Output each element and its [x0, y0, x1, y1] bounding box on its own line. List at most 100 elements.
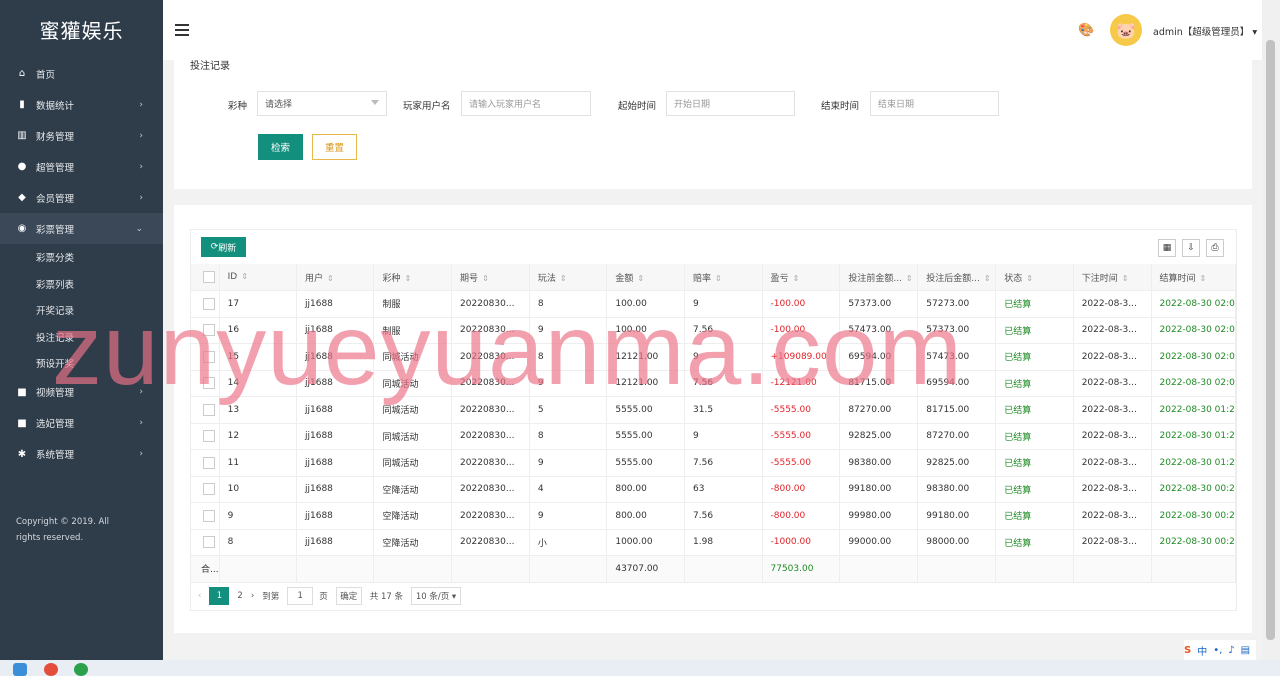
cell-issue: 20220830...	[451, 449, 530, 477]
sort-icon[interactable]: ⇕	[793, 274, 800, 283]
ime-toolbar[interactable]: S 中 •, ♪ ▤	[1184, 640, 1257, 660]
sidebar-subitem-0[interactable]: 彩票分类	[0, 244, 163, 271]
cell-amount: 800.00	[606, 502, 686, 530]
cell-odds: 7.56	[684, 317, 763, 344]
table-row[interactable]: 10 jj1688 空降活动 20220830... 4 800.00 63 -800.00 9…	[191, 476, 1237, 503]
cell-amount: 12121.00	[606, 370, 686, 397]
print-icon[interactable]: ⎙	[1206, 239, 1224, 257]
column-header[interactable]: 状态 ⇕	[995, 264, 1074, 291]
cell-user: jj1688	[296, 502, 375, 530]
scrollbar-thumb[interactable]	[1266, 40, 1275, 640]
select-all-checkbox[interactable]	[191, 264, 220, 291]
column-header[interactable]: ID ⇕	[219, 264, 297, 291]
player-input[interactable]: 请输入玩家用户名	[461, 91, 591, 116]
browser-edge-icon[interactable]	[74, 663, 88, 676]
avatar[interactable]: 🐷	[1110, 14, 1142, 46]
search-button[interactable]: 检索	[258, 134, 303, 160]
row-checkbox[interactable]	[191, 317, 220, 344]
table-row[interactable]: 14 jj1688 同城活动 20220830... 9 12121.00 7.56 -121…	[191, 370, 1237, 397]
column-header[interactable]: 彩种 ⇕	[373, 264, 453, 291]
sidebar-item-m0[interactable]: ⌂ 首页	[0, 58, 163, 89]
sidebar-item-a0[interactable]: ■ 视频管理 ›	[0, 377, 163, 408]
row-checkbox[interactable]	[191, 290, 220, 318]
windows-start-icon[interactable]	[13, 663, 27, 676]
sidebar-item-m2[interactable]: ▥ 财务管理 ›	[0, 120, 163, 151]
sidebar-subitem-3[interactable]: 投注记录	[0, 324, 163, 351]
reset-button[interactable]: 重置	[312, 134, 357, 160]
sidebar-subitem-4[interactable]: 预设开奖	[0, 350, 163, 377]
row-checkbox[interactable]	[191, 502, 220, 530]
column-header[interactable]: 结算时间 ⇕	[1151, 264, 1237, 291]
cell-lottery: 同城活动	[373, 370, 453, 397]
table-row[interactable]: 13 jj1688 同城活动 20220830... 5 5555.00 31.5 -5555…	[191, 396, 1237, 424]
sidebar-item-m3[interactable]: ● 超管管理 ›	[0, 151, 163, 182]
page-2-button[interactable]: 2	[237, 591, 242, 601]
lottery-select[interactable]: 请选择	[257, 91, 387, 116]
goto-confirm-button[interactable]: 确定	[335, 587, 362, 605]
sort-icon[interactable]: ⇕	[404, 274, 411, 283]
page-title: 投注记录	[190, 61, 230, 72]
cell-lottery: 空降活动	[373, 502, 453, 530]
sort-icon[interactable]: ⇕	[482, 274, 489, 283]
sidebar-item-m1[interactable]: ▮ 数据统计 ›	[0, 89, 163, 120]
cell-profit: -5555.00	[762, 423, 841, 450]
sidebar-item-m4[interactable]: ◆ 会员管理 ›	[0, 182, 163, 213]
export-icon[interactable]: ⇩	[1182, 239, 1200, 257]
top-header: 🎨 🐷 admin【超级管理员】 ▾	[163, 0, 1280, 60]
sidebar-subitem-2[interactable]: 开奖记录	[0, 297, 163, 324]
sort-icon[interactable]: ⇕	[984, 274, 991, 283]
column-header[interactable]: 投注前金额... ⇕	[839, 264, 919, 291]
refresh-button[interactable]: ⟳ 刷新	[201, 237, 246, 257]
columns-filter-icon[interactable]: ▦	[1158, 239, 1176, 257]
sort-icon[interactable]: ⇕	[1200, 274, 1207, 283]
prev-page-button[interactable]: ‹	[198, 591, 201, 601]
row-checkbox[interactable]	[191, 449, 220, 477]
column-header[interactable]: 用户 ⇕	[296, 264, 375, 291]
sidebar-item-m5[interactable]: ◉ 彩票管理 ⌄	[0, 213, 163, 244]
table-row[interactable]: 12 jj1688 同城活动 20220830... 8 5555.00 9 -5555.00…	[191, 423, 1237, 450]
row-checkbox[interactable]	[191, 423, 220, 450]
sort-icon[interactable]: ⇕	[1026, 274, 1033, 283]
start-date-input[interactable]: 开始日期	[666, 91, 795, 116]
menu-toggle-icon[interactable]	[175, 24, 189, 39]
end-date-input[interactable]: 结束日期	[870, 91, 999, 116]
table-row[interactable]: 11 jj1688 同城活动 20220830... 9 5555.00 7.56 -5555…	[191, 449, 1237, 477]
goto-page-input[interactable]: 1	[287, 587, 314, 605]
column-header[interactable]: 金额 ⇕	[606, 264, 686, 291]
sidebar-item-a1[interactable]: ■ 选妃管理 ›	[0, 408, 163, 439]
sort-icon[interactable]: ⇕	[637, 274, 644, 283]
cell-id: 14	[219, 370, 297, 397]
sidebar-item-label: 视频管理	[36, 388, 75, 399]
table-row[interactable]: 8 jj1688 空降活动 20220830... 小 1000.00 1.98 -1000.…	[191, 529, 1237, 556]
row-checkbox[interactable]	[191, 343, 220, 371]
sort-icon[interactable]: ⇕	[241, 272, 248, 281]
table-row[interactable]: 17 jj1688 制服 20220830... 8 100.00 9 -100.00 5737…	[191, 290, 1237, 318]
palette-icon[interactable]: 🎨	[1078, 23, 1094, 38]
table-row[interactable]: 9 jj1688 空降活动 20220830... 9 800.00 7.56 -800.00…	[191, 502, 1237, 530]
per-page-select[interactable]: 10 条/页 ▾	[411, 587, 461, 605]
chevron-icon: ›	[139, 99, 143, 110]
browser-icon[interactable]	[44, 663, 58, 676]
sidebar-item-a2[interactable]: ✱ 系统管理 ›	[0, 439, 163, 470]
row-checkbox[interactable]	[191, 396, 220, 424]
page-1-button[interactable]: 1	[209, 587, 230, 605]
table-row[interactable]: 15 jj1688 同城活动 20220830... 8 12121.00 9 +109089…	[191, 343, 1237, 371]
table-row[interactable]: 16 jj1688 制服 20220830... 9 100.00 7.56 -100.00 5…	[191, 317, 1237, 344]
user-menu[interactable]: admin【超级管理员】 ▾	[1153, 24, 1257, 38]
column-header[interactable]: 盈亏 ⇕	[762, 264, 841, 291]
sidebar-subitem-1[interactable]: 彩票列表	[0, 271, 163, 298]
sort-icon[interactable]: ⇕	[560, 274, 567, 283]
sort-icon[interactable]: ⇕	[1122, 274, 1129, 283]
row-checkbox[interactable]	[191, 529, 220, 556]
row-checkbox[interactable]	[191, 370, 220, 397]
sort-icon[interactable]: ⇕	[715, 274, 722, 283]
sort-icon[interactable]: ⇕	[906, 274, 913, 283]
column-header[interactable]: 赔率 ⇕	[684, 264, 763, 291]
column-header[interactable]: 投注后金额... ⇕	[917, 264, 997, 291]
column-header[interactable]: 下注时间 ⇕	[1073, 264, 1152, 291]
next-page-button[interactable]: ›	[251, 591, 254, 601]
column-header[interactable]: 期号 ⇕	[451, 264, 530, 291]
row-checkbox[interactable]	[191, 476, 220, 503]
sort-icon[interactable]: ⇕	[327, 274, 334, 283]
column-header[interactable]: 玩法 ⇕	[529, 264, 608, 291]
